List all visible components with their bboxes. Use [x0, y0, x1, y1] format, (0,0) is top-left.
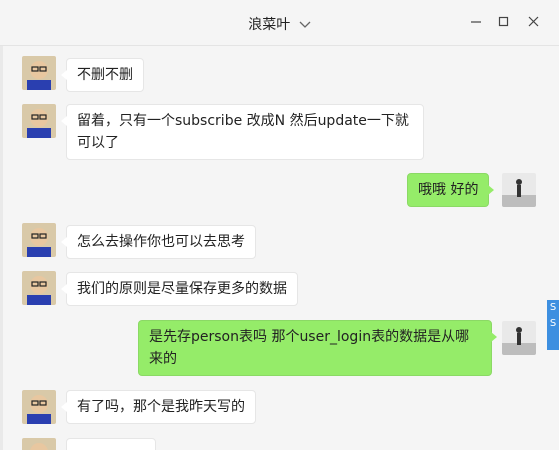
message-text: 我们的原则是尽量保存更多的数据 [77, 281, 287, 297]
chevron-down-icon[interactable] [299, 17, 311, 33]
message-bubble-partial[interactable] [66, 438, 156, 450]
message-text: 是先存person表吗 那个user_login表的数据是从哪来的 [149, 329, 470, 367]
message-list[interactable]: 不删不删 留着，只有一个subscribe 改成N 然后update一下就可以了… [0, 46, 545, 450]
maximize-icon[interactable] [494, 12, 514, 32]
side-tab[interactable]: S S [547, 300, 559, 350]
chat-title: 浪菜叶 [248, 17, 291, 33]
close-icon[interactable] [524, 12, 544, 32]
message-bubble[interactable]: 怎么去操作你也可以去思考 [61, 225, 256, 259]
contact-avatar[interactable] [22, 438, 56, 450]
message-bubble[interactable]: 留着，只有一个subscribe 改成N 然后update一下就可以了 [61, 104, 424, 160]
message-bubble[interactable]: 我们的原则是尽量保存更多的数据 [61, 272, 298, 306]
self-avatar[interactable] [502, 321, 536, 355]
title-bar: 浪菜叶 [0, 0, 559, 46]
message-text: 哦哦 好的 [418, 182, 479, 198]
message-bubble[interactable]: 不删不删 [61, 58, 144, 92]
chat-window: 浪菜叶 不删不删 留着，只有一个subscribe 改成N 然后update一下… [0, 0, 559, 450]
message-text: 怎么去操作你也可以去思考 [77, 234, 245, 250]
message-bubble[interactable]: 哦哦 好的 [407, 173, 495, 207]
message-text: 不删不删 [77, 67, 133, 83]
contact-avatar[interactable] [22, 223, 56, 257]
message-text: 有了吗，那个是我昨天写的 [77, 399, 245, 415]
self-avatar[interactable] [502, 173, 536, 207]
minimize-icon[interactable] [466, 12, 486, 32]
message-bubble[interactable]: 有了吗，那个是我昨天写的 [61, 390, 256, 424]
side-tab-text: S S [549, 302, 557, 329]
contact-avatar[interactable] [22, 56, 56, 90]
message-text: 留着，只有一个subscribe 改成N 然后update一下就可以了 [77, 113, 409, 151]
message-bubble[interactable]: 是先存person表吗 那个user_login表的数据是从哪来的 [138, 320, 497, 376]
contact-avatar[interactable] [22, 271, 56, 305]
contact-avatar[interactable] [22, 104, 56, 138]
contact-avatar[interactable] [22, 390, 56, 424]
